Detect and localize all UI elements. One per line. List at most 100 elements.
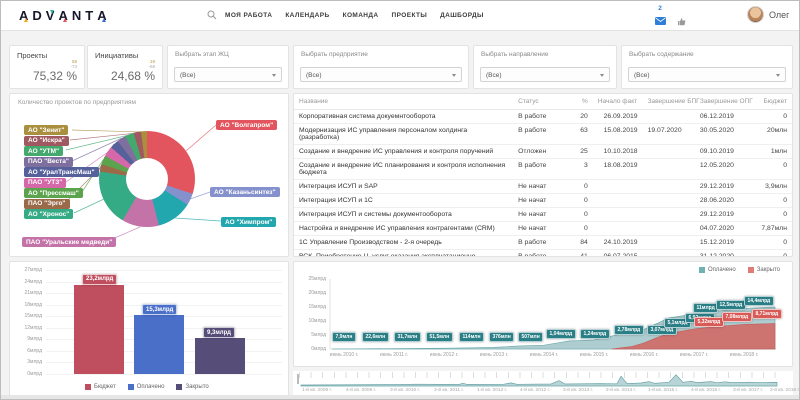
area-point-label: 8,71млрд bbox=[752, 309, 782, 319]
advanta-dashboard: A DV A NTA МОЯ РАБОТА КАЛЕНДАРЬ КОМАНДА ПРОЕКТ… bbox=[0, 0, 800, 400]
area-y-tick: 15млрд bbox=[308, 304, 327, 310]
timeline-label: 1-й кв. 2015 г. bbox=[647, 388, 679, 393]
cell-start bbox=[592, 193, 643, 208]
envelope-icon bbox=[654, 17, 666, 25]
nav-item-4[interactable]: ДАШБОРДЫ bbox=[440, 12, 484, 19]
legend-label: Оплачено bbox=[136, 384, 165, 390]
bar-Закрыто[interactable] bbox=[195, 338, 245, 374]
bar-y-tick: 3млрд bbox=[27, 359, 42, 366]
cell-status: В работе bbox=[513, 235, 571, 250]
timeline-handle[interactable] bbox=[297, 374, 299, 384]
column-header-1[interactable]: Статус bbox=[513, 94, 571, 110]
cell-name: Интеграция ИСУП и SAP bbox=[294, 179, 514, 194]
chevron-down-icon bbox=[776, 74, 780, 77]
legend-item[interactable]: Закрыто bbox=[176, 384, 209, 390]
timeline-label: 3-й кв. 2013 г. bbox=[562, 388, 594, 393]
cell-opg: 04.07.2020 bbox=[694, 221, 750, 236]
donut-label-chip: АО "Прессмаш" bbox=[24, 188, 83, 198]
legend-swatch bbox=[127, 384, 134, 390]
filter-selected-value: (Все) bbox=[306, 71, 322, 79]
kpi-initiatives-card: Инициативы 19 -58 24,68 % bbox=[87, 45, 163, 89]
legend-item[interactable]: Закрыто bbox=[747, 267, 780, 273]
area-x-tick: июнь 2015 г. bbox=[579, 352, 609, 358]
filter-card-2: Выбрать направление (Все) bbox=[473, 45, 617, 89]
logo-letter: A bbox=[19, 8, 33, 23]
column-header-3[interactable]: Начало факт bbox=[592, 94, 643, 110]
donut-chart[interactable] bbox=[99, 131, 195, 227]
cell-opg: 09.10.2019 bbox=[694, 144, 750, 159]
cell-status: В работе bbox=[513, 123, 571, 145]
table-row[interactable]: Интеграция ИСУП и 1С Не начат 0 28.06.2020 0 bbox=[294, 193, 792, 208]
cell-budget: 7,87млн bbox=[749, 221, 792, 236]
cell-budget: 0 bbox=[749, 158, 792, 180]
filter-select[interactable]: (Все) bbox=[174, 67, 282, 82]
nav-item-3[interactable]: ПРОЕКТЫ bbox=[392, 12, 428, 19]
cell-start: 26.09.2019 bbox=[592, 109, 643, 124]
filter-card-1: Выбрать предприятие (Все) bbox=[293, 45, 469, 89]
donut-hole bbox=[126, 158, 168, 200]
area-y-tick: 20млрд bbox=[308, 290, 327, 296]
area-y-tick: 10млрд bbox=[308, 318, 327, 324]
cell-name: 1С Управление Производством - 2-я очеред… bbox=[294, 235, 514, 250]
column-header-2[interactable]: % bbox=[570, 94, 593, 110]
timeline-range-selector[interactable]: 1-й кв. 2009 г. 4-й кв. 2009 г. 3-й кв. 20… bbox=[293, 371, 799, 397]
app-logo[interactable]: A DV A NTA bbox=[19, 8, 111, 23]
bar-Оплачено[interactable] bbox=[134, 315, 184, 374]
search-icon[interactable] bbox=[207, 10, 217, 20]
filter-select[interactable]: (Все) bbox=[300, 67, 462, 82]
logo-triangle-icon bbox=[63, 17, 68, 22]
cell-status: Не начат bbox=[513, 221, 571, 236]
table-row[interactable]: 1С Управление Производством - 2-я очеред… bbox=[294, 235, 792, 250]
column-header-4[interactable]: Завершение БПГ bbox=[642, 94, 700, 110]
cell-start: 10.10.2018 bbox=[592, 144, 643, 159]
table-row[interactable]: ВСК. Приобретение Ц. услуг оказания эксп… bbox=[294, 249, 792, 256]
cell-opg: 29.12.2019 bbox=[694, 207, 750, 222]
column-header-0[interactable]: Название bbox=[294, 94, 514, 110]
legend-item[interactable]: Оплачено bbox=[698, 267, 736, 273]
kpi-title: Инициативы bbox=[95, 51, 139, 60]
area-point-label: 1,04млрд bbox=[546, 329, 576, 339]
bottom-frame bbox=[1, 395, 799, 399]
bar-y-tick: 0млрд bbox=[27, 371, 42, 377]
table-row[interactable]: Корпоративная система докуемнтооборота В … bbox=[294, 109, 792, 124]
bar-y-tick: 18млрд bbox=[24, 301, 43, 308]
user-menu[interactable]: Олег bbox=[747, 6, 789, 23]
legend-item[interactable]: Оплачено bbox=[127, 384, 165, 390]
table-row[interactable]: Интеграция ИСУП и системы документооборо… bbox=[294, 207, 792, 222]
area-point-label: 2,78млрд bbox=[614, 325, 644, 335]
cell-pct: 63 bbox=[570, 123, 593, 145]
table-row[interactable]: Интеграция ИСУП и SAP Не начат 0 29.12.2019… bbox=[294, 179, 792, 194]
cell-bpg bbox=[642, 249, 695, 256]
table-row[interactable]: Настройка и внедрение ИС управления конт… bbox=[294, 221, 792, 236]
donut-label-chip: АО "Химпром" bbox=[221, 217, 277, 227]
area-x-tick: июнь 2010 г. bbox=[329, 352, 359, 358]
donut-label-chip: ПАО "Веста" bbox=[24, 156, 73, 167]
table-row[interactable]: Создание и внедрение ИС планирования и к… bbox=[294, 158, 792, 180]
donut-label-chip: АО "УралТрансМаш" bbox=[24, 167, 99, 177]
area-point-label: 7,9млн bbox=[332, 332, 356, 342]
nav-item-1[interactable]: КАЛЕНДАРЬ bbox=[285, 12, 329, 19]
table-row[interactable]: Создание и внедрение ИС управления и кон… bbox=[294, 144, 792, 159]
legend-item[interactable]: Бюджет bbox=[85, 384, 116, 390]
timeline-label: 4-й кв. 2015 г. bbox=[690, 388, 722, 393]
cell-pct: 20 bbox=[570, 109, 593, 124]
filter-select[interactable]: (Все) bbox=[628, 67, 786, 82]
cell-budget: 3,9млн bbox=[749, 179, 792, 194]
logo-letter: T bbox=[85, 8, 98, 23]
cell-name: Модернизация ИС управления персоналом хо… bbox=[294, 123, 514, 145]
main-nav: МОЯ РАБОТА КАЛЕНДАРЬ КОМАНДА ПРОЕКТЫ ДАШБОРД… bbox=[225, 12, 484, 19]
notifications-button[interactable]: 2 bbox=[653, 5, 667, 30]
like-button[interactable] bbox=[677, 13, 686, 31]
column-header-6[interactable]: Бюджет bbox=[749, 94, 792, 110]
bar-Бюджет[interactable] bbox=[74, 284, 124, 374]
kpi-title: Проекты bbox=[17, 51, 48, 60]
nav-item-2[interactable]: КОМАНДА bbox=[343, 12, 379, 19]
filter-select[interactable]: (Все) bbox=[480, 67, 610, 82]
cell-budget: 0 bbox=[749, 193, 792, 208]
logo-letter: N bbox=[71, 8, 86, 23]
logo-triangle-icon bbox=[50, 10, 55, 14]
column-header-5[interactable]: Завершение ОПГ bbox=[694, 94, 753, 110]
cell-pct: 0 bbox=[570, 221, 593, 236]
nav-item-0[interactable]: МОЯ РАБОТА bbox=[225, 12, 272, 19]
table-row[interactable]: Модернизация ИС управления персоналом хо… bbox=[294, 123, 792, 145]
